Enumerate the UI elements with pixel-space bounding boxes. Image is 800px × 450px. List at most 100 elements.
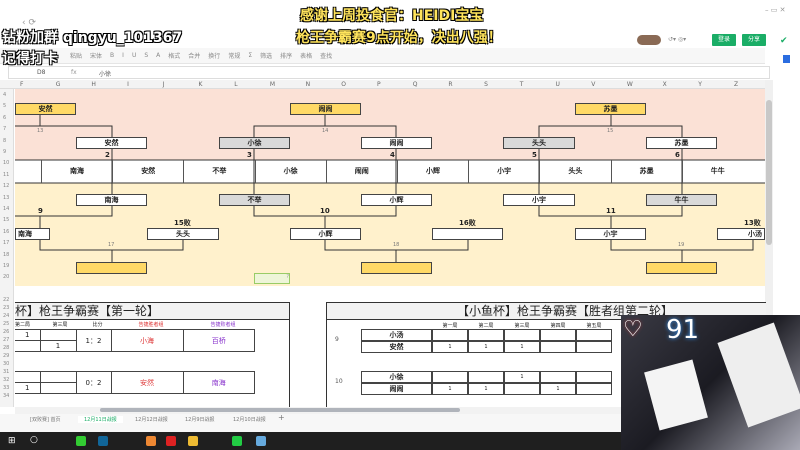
- losers-box[interactable]: 不举: [219, 194, 290, 206]
- row-header[interactable]: 24: [3, 313, 9, 319]
- match-label: 10: [320, 207, 330, 215]
- first-round-player[interactable]: 头头: [539, 160, 610, 183]
- app-icon[interactable]: [98, 436, 108, 446]
- app-icon[interactable]: [166, 436, 176, 446]
- sheet-tab[interactable]: [双败赛] 首页: [30, 416, 61, 423]
- losers2-box[interactable]: 小汤: [717, 228, 765, 240]
- sheet-tab-active[interactable]: 12月11日战报: [78, 416, 123, 423]
- loser-cell[interactable]: 南海: [182, 371, 255, 394]
- losers-box[interactable]: 小宇: [503, 194, 575, 206]
- semi-box[interactable]: 安然: [76, 137, 147, 149]
- sheet-tab[interactable]: 12月10日战报: [233, 416, 266, 423]
- top-seed-1[interactable]: 安然: [15, 103, 76, 115]
- app-icon[interactable]: [76, 436, 86, 446]
- app-icon[interactable]: [188, 436, 198, 446]
- losers2-box[interactable]: [432, 228, 503, 240]
- game-score-cell[interactable]: [504, 329, 540, 341]
- game-score-cell[interactable]: [540, 341, 576, 353]
- score-cell[interactable]: 1: [15, 329, 41, 341]
- game-score-cell[interactable]: 1: [432, 341, 468, 353]
- row-header[interactable]: 32: [3, 377, 9, 383]
- score-cell[interactable]: [15, 371, 41, 383]
- first-round-player[interactable]: 不举: [183, 160, 254, 183]
- losers-box[interactable]: 牛牛: [646, 194, 717, 206]
- top-seed-2[interactable]: 闹闹: [290, 103, 361, 115]
- losers2-box[interactable]: 小辉: [290, 228, 361, 240]
- winner-cell[interactable]: 小海: [110, 329, 184, 352]
- add-sheet-icon[interactable]: +: [278, 413, 285, 422]
- game-score-cell[interactable]: [468, 329, 504, 341]
- match-score[interactable]: 1：2: [75, 329, 112, 352]
- first-round-player[interactable]: 安然: [112, 160, 183, 183]
- app-icon[interactable]: [256, 436, 266, 446]
- game-score-cell[interactable]: 1: [432, 383, 468, 395]
- score-cell[interactable]: 1: [15, 382, 41, 394]
- player-name[interactable]: 闹闹: [361, 383, 432, 395]
- player-name[interactable]: 安然: [361, 341, 432, 353]
- semi-box[interactable]: 苏墨: [646, 137, 717, 149]
- first-round-player[interactable]: 牛牛: [681, 160, 753, 183]
- losers2-box[interactable]: 小宇: [575, 228, 646, 240]
- game-score-cell[interactable]: [432, 371, 468, 383]
- game-score-cell[interactable]: [540, 329, 576, 341]
- semi-box[interactable]: 头头: [503, 137, 575, 149]
- score-cell[interactable]: [39, 371, 77, 383]
- game-score-cell[interactable]: 1: [540, 383, 576, 395]
- app-icon[interactable]: [146, 436, 156, 446]
- final-box[interactable]: [361, 262, 432, 274]
- first-round-player[interactable]: 小徐: [254, 160, 326, 183]
- final-box[interactable]: [76, 262, 147, 274]
- match-label: 13: [37, 128, 44, 134]
- row-header[interactable]: 31: [3, 369, 9, 375]
- game-score-cell[interactable]: 1: [504, 341, 540, 353]
- windows-start-icon[interactable]: ⊞: [8, 436, 16, 446]
- sheet-tab[interactable]: 12月9日战报: [185, 416, 215, 423]
- first-round-player[interactable]: 小宇: [468, 160, 539, 183]
- semi-box[interactable]: 闹闹: [361, 137, 432, 149]
- selected-cell[interactable]: ?: [254, 273, 290, 284]
- row-header[interactable]: 30: [3, 361, 9, 367]
- game-score-cell[interactable]: 1: [504, 371, 540, 383]
- row-header[interactable]: 29: [3, 353, 9, 359]
- first-round-player[interactable]: 小辉: [397, 160, 468, 183]
- semi-box[interactable]: 小徐: [219, 137, 290, 149]
- match-score[interactable]: 0：2: [75, 371, 112, 394]
- losers-box[interactable]: 南海: [76, 194, 147, 206]
- row-header[interactable]: 33: [3, 385, 9, 391]
- wechat-icon[interactable]: [232, 436, 242, 446]
- final-box[interactable]: [646, 262, 717, 274]
- losers2-box[interactable]: 南海: [15, 228, 50, 240]
- winner-cell[interactable]: 安然: [110, 371, 184, 394]
- game-score-cell[interactable]: [432, 329, 468, 341]
- sheet-tab[interactable]: 12月12日战报: [135, 416, 168, 423]
- game-score-cell[interactable]: [540, 371, 576, 383]
- player-name[interactable]: 小徐: [361, 371, 432, 383]
- search-icon[interactable]: ○: [30, 435, 38, 445]
- first-round-player[interactable]: 苏墨: [610, 160, 682, 183]
- game-score-cell[interactable]: [576, 329, 612, 341]
- score-cell[interactable]: [15, 340, 41, 352]
- row-header[interactable]: 25: [3, 321, 9, 327]
- row-header[interactable]: 34: [3, 393, 9, 399]
- row-header[interactable]: 26: [3, 329, 9, 335]
- losers-box[interactable]: 小辉: [361, 194, 432, 206]
- game-score-cell[interactable]: [576, 371, 612, 383]
- game-score-cell[interactable]: [468, 371, 504, 383]
- game-score-cell[interactable]: [576, 383, 612, 395]
- game-score-cell[interactable]: [504, 383, 540, 395]
- game-score-cell[interactable]: 1: [468, 341, 504, 353]
- score-cell[interactable]: 1: [39, 340, 77, 352]
- first-round-player[interactable]: 闹闹: [325, 160, 397, 183]
- top-seed-3[interactable]: 苏墨: [575, 103, 646, 115]
- row-header[interactable]: 27: [3, 337, 9, 343]
- first-round-player[interactable]: 南海: [41, 160, 112, 183]
- losers2-box[interactable]: 头头: [147, 228, 219, 240]
- score-cell[interactable]: [39, 382, 77, 394]
- game-score-cell[interactable]: 1: [468, 383, 504, 395]
- player-name[interactable]: 小汤: [361, 329, 432, 341]
- loser-cell[interactable]: 百桥: [182, 329, 255, 352]
- score-cell[interactable]: [39, 329, 77, 341]
- row-header[interactable]: 23: [3, 305, 9, 311]
- game-score-cell[interactable]: [576, 341, 612, 353]
- row-header[interactable]: 28: [3, 345, 9, 351]
